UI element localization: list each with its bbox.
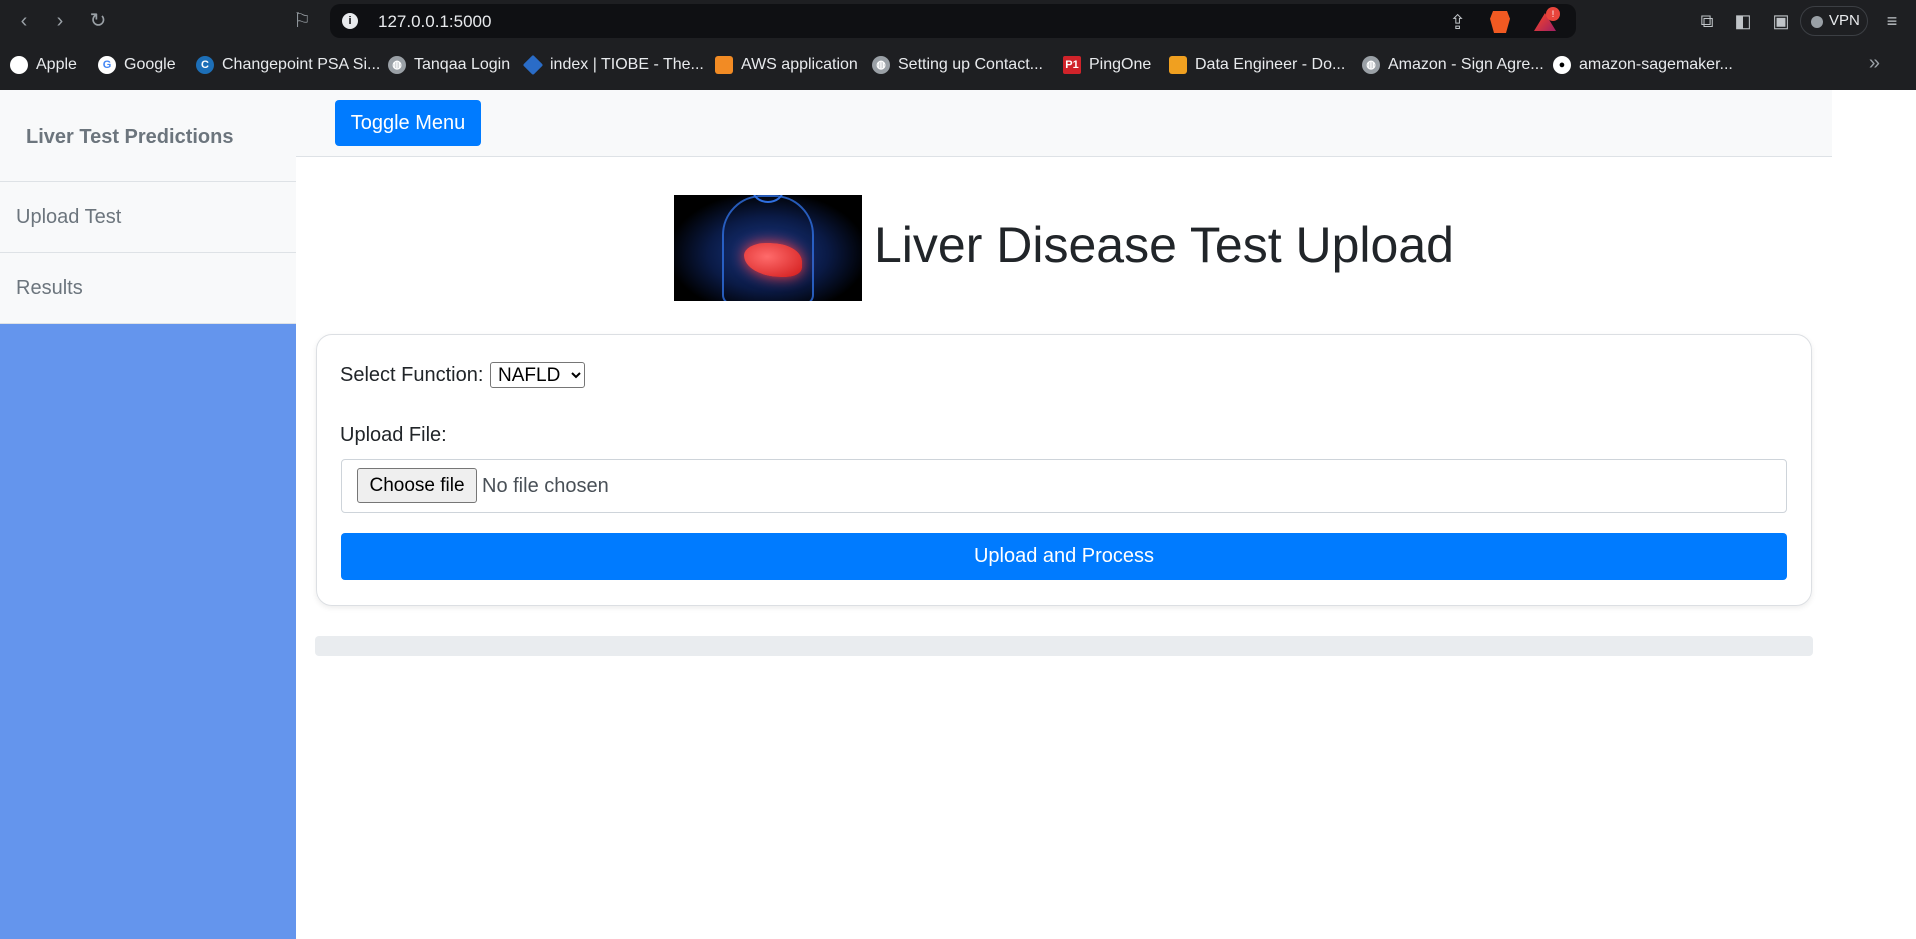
- vpn-button[interactable]: VPN: [1800, 6, 1868, 36]
- tiobe-icon: [522, 54, 544, 76]
- toggle-menu-button[interactable]: Toggle Menu: [335, 100, 481, 146]
- bookmarks-overflow-icon[interactable]: »: [1869, 52, 1880, 75]
- globe-icon: ◍: [388, 56, 406, 74]
- web-page: Liver Test Predictions Upload Test Resul…: [0, 90, 1916, 939]
- browser-toolbar: ‹ › ↻ ⚐ i 127.0.0.1:5000 ⇪ ! ⧉ ◧ ▣ VPN ≡: [0, 0, 1916, 42]
- extensions-icon[interactable]: ⧉: [1695, 9, 1719, 33]
- sidebar-item-upload-test[interactable]: Upload Test: [0, 182, 296, 253]
- rewards-badge: !: [1546, 7, 1560, 21]
- upload-and-process-button[interactable]: Upload and Process: [341, 533, 1787, 580]
- function-label: Select Function:: [340, 364, 484, 386]
- page-title: Liver Disease Test Upload: [874, 217, 1454, 273]
- menu-icon[interactable]: ≡: [1880, 9, 1904, 33]
- bookmark-item[interactable]: ◍ Tanqaa Login: [388, 54, 510, 76]
- vpn-status-icon: [1811, 16, 1823, 28]
- apple-icon: [10, 56, 28, 74]
- wallet-icon[interactable]: ▣: [1769, 9, 1793, 33]
- sidebar: Liver Test Predictions Upload Test Resul…: [0, 90, 296, 939]
- choose-file-button[interactable]: Choose file: [357, 468, 477, 503]
- bookmark-item[interactable]: P1 PingOne: [1063, 54, 1151, 76]
- bookmark-item[interactable]: G Google: [98, 54, 176, 76]
- file-input[interactable]: Choose file No file chosen: [341, 459, 1787, 513]
- pingone-icon: P1: [1063, 56, 1081, 74]
- upload-file-label: Upload File:: [340, 424, 447, 446]
- bookmark-item[interactable]: ● amazon-sagemaker...: [1553, 54, 1733, 76]
- google-icon: G: [98, 56, 116, 74]
- bookmark-label: Apple: [36, 56, 77, 73]
- bookmark-item[interactable]: ◍ Setting up Contact...: [872, 54, 1043, 76]
- bookmark-label: AWS application: [741, 56, 858, 73]
- sidebar-toggle-icon[interactable]: ◧: [1731, 9, 1755, 33]
- globe-icon: ◍: [1362, 56, 1380, 74]
- bookmarks-bar: Apple G Google C Changepoint PSA Si... ◍…: [0, 48, 1916, 82]
- bookmark-item[interactable]: ◍ Amazon - Sign Agre...: [1362, 54, 1544, 76]
- bookmark-icon[interactable]: ⚐: [288, 7, 316, 35]
- brave-shields-icon[interactable]: [1490, 11, 1510, 33]
- bookmark-item[interactable]: Data Engineer - Do...: [1169, 54, 1345, 76]
- liver-anatomy-image: [674, 195, 862, 301]
- globe-icon: ◍: [872, 56, 890, 74]
- back-icon[interactable]: ‹: [10, 7, 38, 35]
- bookmark-label: Tanqaa Login: [414, 56, 511, 73]
- address-url[interactable]: 127.0.0.1:5000: [378, 12, 491, 32]
- file-status-text: No file chosen: [482, 475, 609, 497]
- aws-icon: [715, 56, 733, 74]
- bookmark-label: Data Engineer - Do...: [1195, 56, 1346, 73]
- sidebar-item-results[interactable]: Results: [0, 253, 296, 324]
- forward-icon[interactable]: ›: [46, 7, 74, 35]
- bookmark-label: index | TIOBE - The...: [550, 56, 704, 73]
- site-info-icon[interactable]: i: [342, 13, 358, 29]
- browser-chrome: ‹ › ↻ ⚐ i 127.0.0.1:5000 ⇪ ! ⧉ ◧ ▣ VPN ≡…: [0, 0, 1916, 90]
- reload-icon[interactable]: ↻: [84, 7, 112, 35]
- changepoint-icon: C: [196, 56, 214, 74]
- bookmark-item[interactable]: C Changepoint PSA Si...: [196, 54, 380, 76]
- bookmark-label: Google: [124, 56, 176, 73]
- github-icon: ●: [1553, 56, 1571, 74]
- sidebar-header: Liver Test Predictions: [0, 90, 296, 182]
- bookmark-label: Setting up Contact...: [898, 56, 1043, 73]
- top-navbar: Toggle Menu: [296, 90, 1832, 157]
- function-select[interactable]: NAFLD: [490, 362, 585, 388]
- address-bar[interactable]: i 127.0.0.1:5000 ⇪ !: [330, 4, 1576, 38]
- share-icon[interactable]: ⇪: [1449, 10, 1466, 35]
- bookmark-label: Changepoint PSA Si...: [222, 56, 381, 73]
- bookmark-label: amazon-sagemaker...: [1579, 56, 1733, 73]
- bookmark-label: Amazon - Sign Agre...: [1388, 56, 1544, 73]
- bookmark-item[interactable]: Apple: [10, 54, 77, 76]
- hex-icon: [1169, 56, 1187, 74]
- bookmark-label: PingOne: [1089, 56, 1152, 73]
- progress-bar: [315, 636, 1813, 656]
- bookmark-item[interactable]: AWS application: [715, 54, 858, 76]
- vpn-label: VPN: [1829, 12, 1860, 29]
- sidebar-title: Liver Test Predictions: [26, 126, 234, 148]
- bookmark-item[interactable]: index | TIOBE - The...: [522, 54, 704, 76]
